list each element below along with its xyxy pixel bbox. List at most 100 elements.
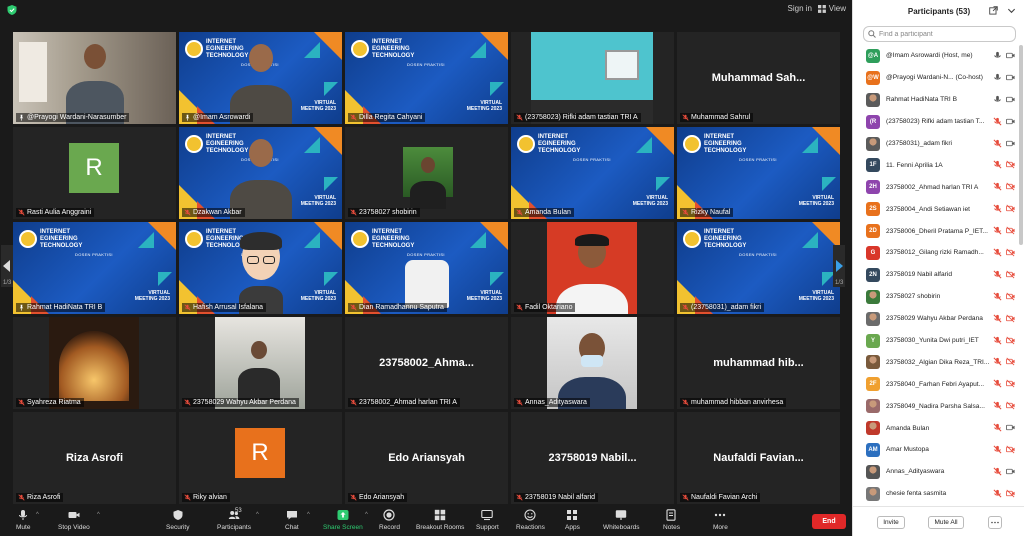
breakout-rooms-button[interactable]: Breakout Rooms — [416, 509, 464, 531]
share-options-caret[interactable]: ^ — [365, 512, 368, 518]
video-tile[interactable]: 23758029 Wahyu Akbar Perdana — [179, 317, 342, 409]
camera-off-icon — [1006, 226, 1015, 235]
video-tile[interactable]: Riza Asrofi Riza Asrofi — [13, 412, 176, 504]
participant-row[interactable]: 1F 11. Fenni Aprilia 1A — [853, 154, 1021, 176]
participants-options-caret[interactable]: ^ — [256, 512, 259, 518]
tile-name: Dzakwan Akbar — [193, 209, 242, 216]
mute-all-button[interactable]: Mute All — [928, 516, 964, 529]
invite-button[interactable]: Invite — [877, 516, 905, 529]
participant-row[interactable]: (23758031)_adam fikri — [853, 133, 1021, 155]
participant-row[interactable]: 2N 23758019 Nabil alfarid — [853, 264, 1021, 286]
support-button[interactable]: Support — [476, 509, 499, 531]
video-options-caret[interactable]: ^ — [97, 512, 100, 518]
virtual-background: INTERNETEGINEERINGTECHNOLOGY DOSEN PRAKTI… — [345, 32, 508, 124]
shirt-image — [405, 260, 449, 308]
video-tile[interactable]: Annas_Adityaswara — [511, 317, 674, 409]
security-button[interactable]: Security — [166, 509, 189, 531]
participant-avatar: 2S — [866, 202, 880, 217]
panel-options-chevron-icon[interactable] — [1007, 6, 1016, 15]
record-button[interactable]: Record — [379, 509, 400, 531]
chat-button[interactable]: Chat — [285, 509, 299, 531]
video-tile[interactable]: Fadil Oktariano — [511, 222, 674, 314]
video-tile[interactable]: INTERNETEGINEERINGTECHNOLOGYDOSEN PRAKTI… — [13, 222, 176, 314]
stop-video-button[interactable]: Stop Video — [58, 509, 90, 531]
participant-search-input[interactable] — [879, 30, 1009, 38]
participant-row[interactable]: 2F 23758040_Farhan Febri Ayaput... — [853, 373, 1021, 395]
participant-row[interactable]: @A @Imam Asrowardi (Host, me) — [853, 45, 1021, 67]
notes-button[interactable]: Notes — [663, 509, 680, 531]
participant-row[interactable]: (R (23758023) Rifki adam tastian T... — [853, 111, 1021, 133]
shield-icon[interactable] — [6, 4, 18, 16]
participant-row[interactable]: Rahmat HadiNata TRI B — [853, 89, 1021, 111]
video-camera-icon — [68, 512, 80, 518]
participant-status-icons — [993, 336, 1015, 345]
participant-row[interactable]: 23758027 shobirin — [853, 286, 1021, 308]
participant-row[interactable]: 23758029 Wahyu Akbar Perdana — [853, 308, 1021, 330]
apps-button[interactable]: Apps — [565, 509, 580, 531]
video-tile[interactable]: R Rasti Aulia Anggraini — [13, 127, 176, 219]
audio-options-caret[interactable]: ^ — [36, 512, 39, 518]
camera-icon — [1006, 96, 1015, 102]
end-meeting-button[interactable]: End — [812, 514, 846, 529]
participant-row[interactable]: 23758032_Algian Dika Reza_TRI... — [853, 351, 1021, 373]
participant-search-box[interactable] — [863, 26, 1016, 42]
participant-row[interactable]: 2H 23758002_Ahmad harlan TRI A — [853, 176, 1021, 198]
video-tile[interactable]: muhammad hib... muhammad hibban anvirhesa — [677, 317, 840, 409]
participant-status-icons — [993, 226, 1015, 235]
video-tile[interactable]: @Prayogi Wardani-Narasumber — [13, 32, 176, 124]
video-tile[interactable]: R Riky alvian — [179, 412, 342, 504]
whiteboards-button[interactable]: Whiteboards — [603, 509, 640, 531]
video-tile[interactable]: INTERNETEGINEERINGTECHNOLOGYDOSEN PRAKTI… — [511, 127, 674, 219]
participant-row[interactable]: @W @Prayogi Wardani-N... (Co-host) — [853, 67, 1021, 89]
video-tile[interactable]: INTERNETEGINEERINGTECHNOLOGYDOSEN PRAKTI… — [345, 222, 508, 314]
participant-status-icons — [993, 423, 1015, 432]
participants-scrollbar[interactable] — [1019, 45, 1023, 245]
more-button[interactable]: More — [713, 509, 728, 531]
view-button[interactable]: View — [817, 4, 846, 13]
video-tile[interactable]: 23758019 Nabil... 23758019 Nabil alfarid — [511, 412, 674, 504]
participant-row[interactable]: G 23758012_Gilang rizki Ramadh... — [853, 242, 1021, 264]
pop-out-icon[interactable] — [989, 6, 998, 15]
participant-row[interactable]: Y 23758030_Yunita Dwi putri_IET — [853, 330, 1021, 352]
tile-name-label: Edo Ariansyah — [348, 493, 408, 502]
video-tile[interactable]: INTERNETEGINEERINGTECHNOLOGYDOSEN PRAKTI… — [345, 32, 508, 124]
person-figure — [13, 32, 176, 124]
participant-row[interactable]: Annas_Adityaswara — [853, 461, 1021, 483]
microphone-icon — [994, 95, 1001, 102]
participant-row[interactable]: 2D 23758006_Dheril Pratama P_IET... — [853, 220, 1021, 242]
tile-name-label: (23758023) Rifki adam tastian TRI A — [514, 113, 641, 122]
stop-video-label: Stop Video — [58, 524, 90, 531]
video-tile[interactable]: INTERNETEGINEERINGTECHNOLOGYDOSEN PRAKTI… — [677, 127, 840, 219]
video-tile[interactable]: INTERNETEGINEERINGTECHNOLOGYDOSEN PRAKTI… — [677, 222, 840, 314]
tile-name: Annas_Adityaswara — [525, 399, 587, 406]
video-tile[interactable]: INTERNETEGINEERINGTECHNOLOGYDOSEN PRAKTI… — [179, 222, 342, 314]
microphone-muted-icon — [993, 445, 1002, 454]
sign-in-link[interactable]: Sign in — [788, 4, 812, 13]
participant-row[interactable]: 23758049_Nadira Parsha Salsa... — [853, 395, 1021, 417]
reactions-button[interactable]: Reactions — [516, 509, 545, 531]
brand-event: VIRTUAL MEETING 2023 — [466, 290, 502, 302]
more-options-button[interactable] — [988, 516, 1002, 529]
participants-button[interactable]: 53 Participants — [217, 508, 251, 531]
participant-row[interactable]: AM Amar Mustopa — [853, 439, 1021, 461]
video-tile[interactable]: Muhammad Sah... Muhammad Sahrul — [677, 32, 840, 124]
participant-row[interactable]: chesie fenta sasmita — [853, 483, 1021, 505]
mute-button[interactable]: Mute — [16, 509, 30, 531]
video-tile[interactable]: 23758027 shobirin — [345, 127, 508, 219]
participant-row[interactable]: Amanda Bulan — [853, 417, 1021, 439]
chat-options-caret[interactable]: ^ — [307, 512, 310, 518]
university-logo — [517, 135, 535, 153]
video-tile[interactable]: Naufaldi Favian... Naufaldi Favian Archi — [677, 412, 840, 504]
video-tile[interactable]: INTERNETEGINEERINGTECHNOLOGYDOSEN PRAKTI… — [179, 127, 342, 219]
video-tile[interactable]: 23758002_Ahma... 23758002_Ahmad harlan TR… — [345, 317, 508, 409]
video-tile[interactable]: INTERNETEGINEERINGTECHNOLOGYDOSEN PRAKTI… — [179, 32, 342, 124]
brand-title: INTERNET EGINEERING TECHNOLOGY — [372, 229, 415, 249]
security-shield-icon — [173, 510, 183, 520]
video-tile[interactable]: Edo Ariansyah Edo Ariansyah — [345, 412, 508, 504]
video-tile[interactable]: Syahreza Riatma — [13, 317, 176, 409]
participant-row[interactable]: 2S 23758004_Andi Setiawan iet — [853, 198, 1021, 220]
meeting-area: Sign in View @Prayogi Wardani-Narasumber… — [0, 0, 852, 536]
video-tile[interactable]: (23758023) Rifki adam tastian TRI A — [511, 32, 674, 124]
share-screen-button[interactable]: Share Screen — [323, 509, 363, 531]
participants-list[interactable]: @A @Imam Asrowardi (Host, me) @W @Prayogi W… — [853, 45, 1021, 505]
